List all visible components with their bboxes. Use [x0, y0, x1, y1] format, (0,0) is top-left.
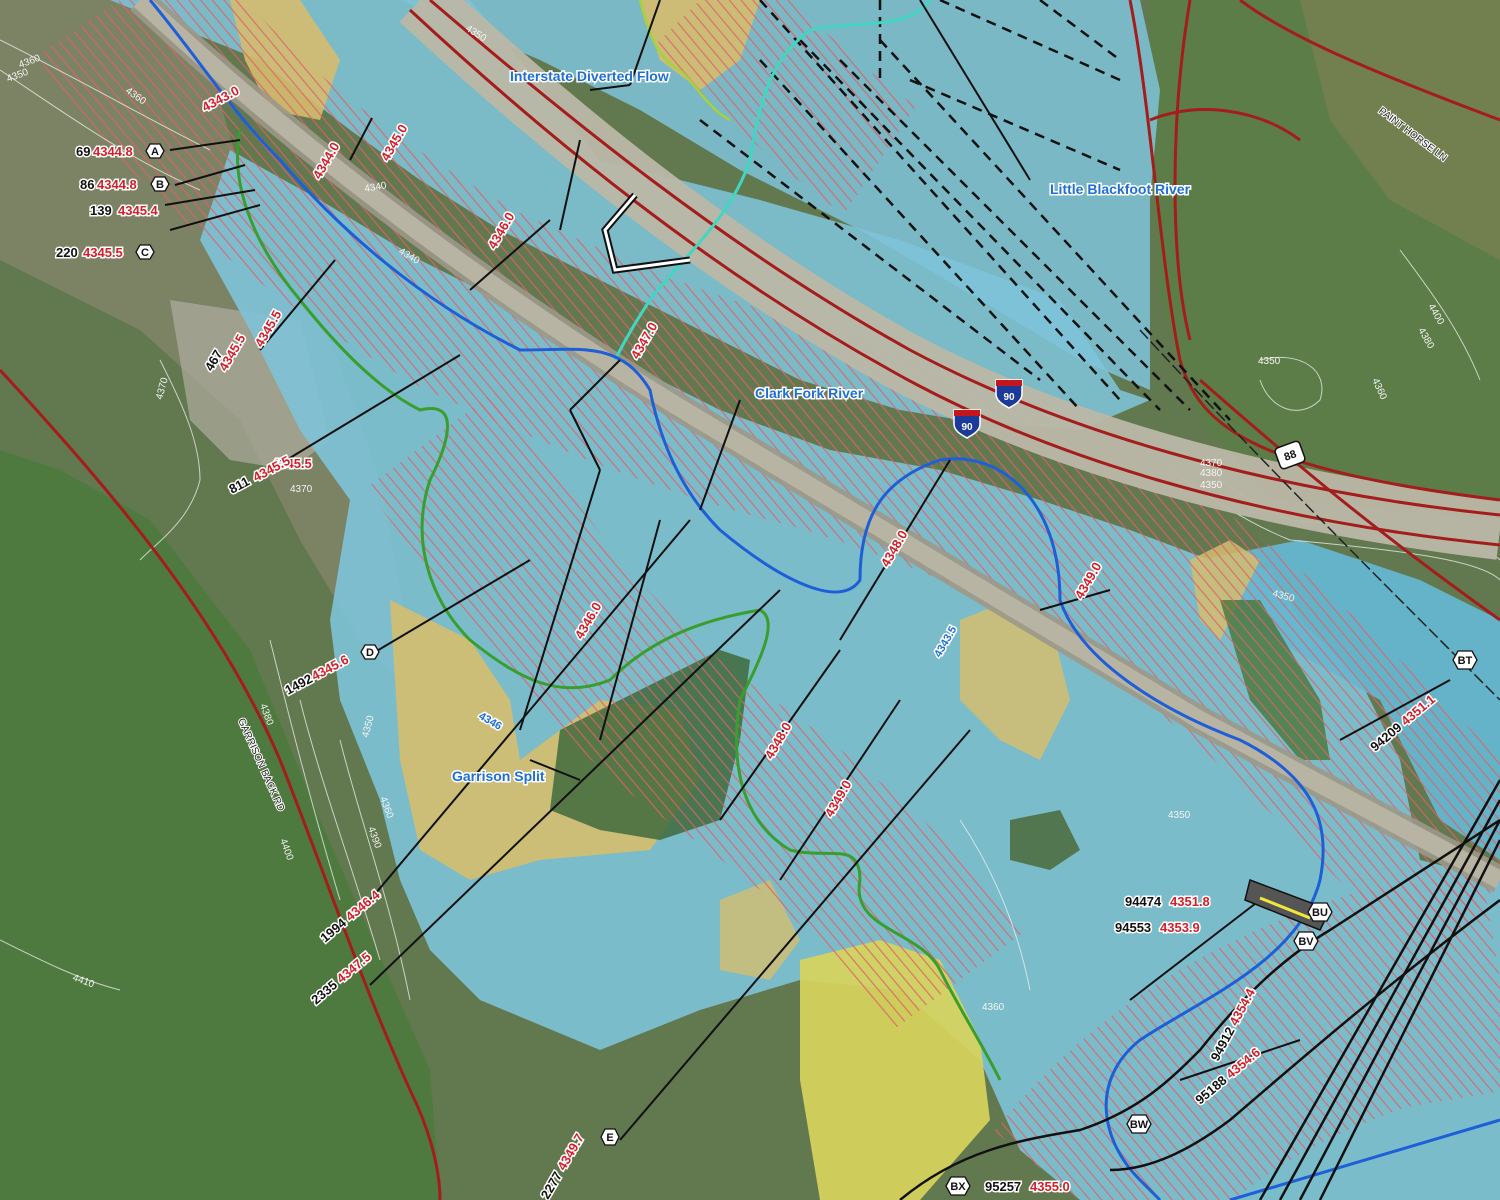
floodplain-map: Interstate Diverted Flow Little Blackfoo… [0, 0, 1500, 1200]
svg-text:BX: BX [950, 1181, 966, 1193]
clark-fork-label: Clark Fork River [755, 385, 864, 401]
svg-text:90: 90 [1003, 392, 1015, 403]
little-blackfoot-label: Little Blackfoot River [1050, 181, 1191, 197]
svg-text:94553: 94553 [1115, 920, 1151, 935]
svg-text:4345.4: 4345.4 [118, 203, 159, 218]
svg-text:A: A [151, 146, 159, 158]
garrison-split-label: Garrison Split [452, 768, 545, 784]
svg-text:C: C [141, 247, 149, 259]
svg-text:B: B [156, 179, 164, 191]
svg-text:BT: BT [1458, 655, 1473, 667]
xs-220: 220 4345.5 C [55, 244, 155, 262]
svg-text:139: 139 [90, 203, 112, 218]
svg-text:95257: 95257 [985, 1179, 1021, 1194]
svg-text:4350: 4350 [1200, 480, 1223, 491]
svg-text:4360: 4360 [982, 1002, 1005, 1013]
svg-text:4351.8: 4351.8 [1170, 894, 1210, 909]
svg-text:86: 86 [80, 177, 94, 192]
svg-text:BV: BV [1298, 936, 1314, 948]
svg-text:BW: BW [1130, 1119, 1149, 1131]
xs-86: 86 4344.8 B [79, 176, 170, 194]
svg-text:4353.9: 4353.9 [1160, 920, 1200, 935]
svg-text:69: 69 [76, 144, 90, 159]
svg-text:4344.8: 4344.8 [93, 144, 133, 159]
svg-text:4380: 4380 [1200, 468, 1223, 479]
interstate-diverted-flow-label: Interstate Diverted Flow [510, 68, 669, 84]
svg-text:220: 220 [56, 245, 78, 260]
svg-text:4350: 4350 [1258, 356, 1281, 367]
xs-139: 139 4345.4 [89, 202, 161, 220]
svg-text:E: E [606, 1132, 613, 1144]
svg-text:4350: 4350 [1168, 810, 1191, 821]
xs-69: 69 4344.8 A [75, 143, 165, 161]
svg-text:D: D [366, 647, 374, 659]
svg-text:BU: BU [1312, 907, 1328, 919]
svg-text:4344.8: 4344.8 [97, 177, 137, 192]
svg-text:94474: 94474 [1125, 894, 1162, 909]
svg-text:90: 90 [961, 422, 973, 433]
svg-text:4355.0: 4355.0 [1030, 1179, 1070, 1194]
svg-text:4345.5: 4345.5 [83, 245, 123, 260]
svg-text:4370: 4370 [290, 484, 313, 495]
